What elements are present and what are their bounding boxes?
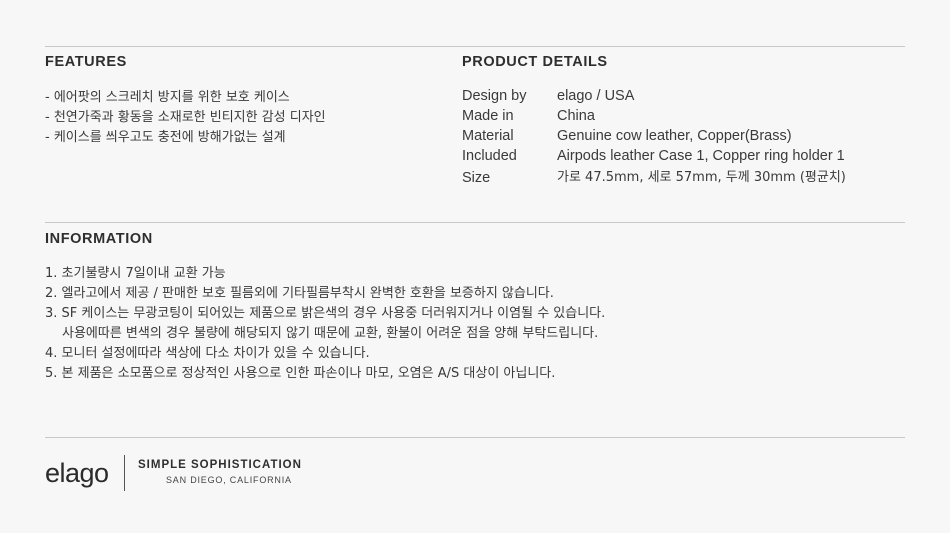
middle-divider [45, 222, 905, 223]
detail-label: Design by [462, 88, 527, 104]
detail-label: Included [462, 148, 517, 164]
list-item: - 케이스를 씌우고도 충전에 방해가없는 설계 [45, 130, 286, 145]
list-item: 4. 모니터 설정에따라 색상에 다소 차이가 있을 수 있습니다. [45, 346, 370, 361]
brand-tagline: SIMPLE SOPHISTICATION [138, 459, 302, 471]
detail-value: Airpods leather Case 1, Copper ring hold… [557, 148, 845, 164]
elago-logo: elago [45, 458, 109, 488]
list-item: 1. 초기불량시 7일이내 교환 가능 [45, 266, 226, 281]
detail-value: China [557, 108, 595, 124]
detail-value: 가로 47.5mm, 세로 57mm, 두께 30mm (평균치) [557, 170, 846, 185]
detail-label: Material [462, 128, 514, 144]
detail-value: elago / USA [557, 88, 635, 104]
detail-label: Made in [462, 108, 514, 124]
features-heading: FEATURES [45, 54, 127, 70]
list-item: 2. 엘라고에서 제공 / 판매한 보호 필름외에 기타필름부착시 완벽한 호환… [45, 286, 554, 301]
list-item: 5. 본 제품은 소모품으로 정상적인 사용으로 인한 파손이나 마모, 오염은… [45, 366, 556, 381]
bottom-divider [45, 437, 905, 438]
list-item: 3. SF 케이스는 무광코팅이 되어있는 제품으로 밝은색의 경우 사용중 더… [45, 306, 606, 321]
product-details-heading: PRODUCT DETAILS [462, 54, 608, 70]
information-heading: INFORMATION [45, 231, 153, 247]
list-item: - 천연가죽과 황동을 소재로한 빈티지한 감성 디자인 [45, 110, 326, 125]
list-item: 사용에따른 변색의 경우 불량에 해당되지 않기 때문에 교환, 환불이 어려운… [62, 326, 599, 341]
brand-location: SAN DIEGO, CALIFORNIA [166, 475, 292, 485]
information-list: 1. 초기불량시 7일이내 교환 가능 2. 엘라고에서 제공 / 판매한 보호… [45, 264, 605, 384]
detail-value: Genuine cow leather, Copper(Brass) [557, 128, 792, 144]
list-item: - 에어팟의 스크레치 방지를 위한 보호 케이스 [45, 90, 290, 105]
detail-label: Size [462, 170, 491, 186]
footer-divider [124, 455, 125, 491]
features-list: - 에어팟의 스크레치 방지를 위한 보호 케이스 - 천연가죽과 황동을 소재… [45, 88, 326, 148]
top-divider [45, 46, 905, 47]
